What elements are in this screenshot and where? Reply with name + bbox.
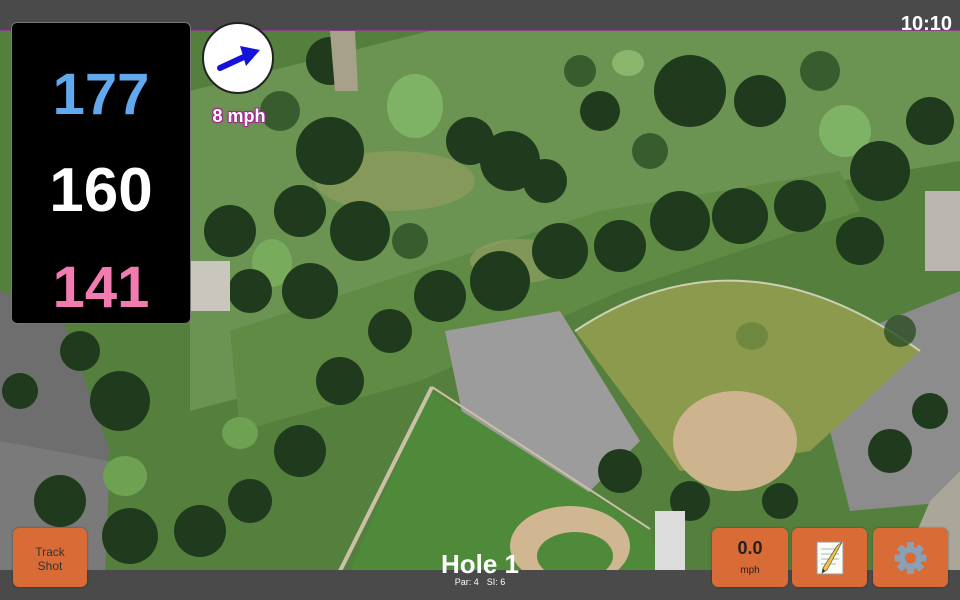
front-yardage: 141 xyxy=(52,255,150,320)
gear-icon xyxy=(894,542,927,574)
speed-button[interactable]: 0.0 mph xyxy=(712,528,788,587)
arrow-right-icon xyxy=(217,46,260,71)
hole-stroke-index: SI: 6 xyxy=(486,577,506,587)
wind-speed: 8 mph xyxy=(212,106,266,126)
yardage-panel: 177 160 141 xyxy=(11,22,191,324)
notes-button[interactable] xyxy=(792,528,867,587)
track-shot-button[interactable]: Track Shot xyxy=(13,528,87,587)
back-yardage: 177 xyxy=(52,62,150,127)
track-shot-label-line2: Shot xyxy=(37,559,63,573)
speed-unit: mph xyxy=(740,565,760,576)
hole-par: Par: 4 xyxy=(454,577,479,587)
speed-value: 0.0 xyxy=(737,538,763,558)
notepad-icon xyxy=(816,541,844,575)
settings-button[interactable] xyxy=(873,528,948,587)
wind-indicator[interactable] xyxy=(202,22,274,94)
middle-yardage: 160 xyxy=(49,156,153,225)
hole-info: Par: 4 SI: 6 xyxy=(380,577,580,587)
hole-title: Hole 1 xyxy=(440,549,520,579)
track-shot-label-line1: Track xyxy=(35,545,65,559)
